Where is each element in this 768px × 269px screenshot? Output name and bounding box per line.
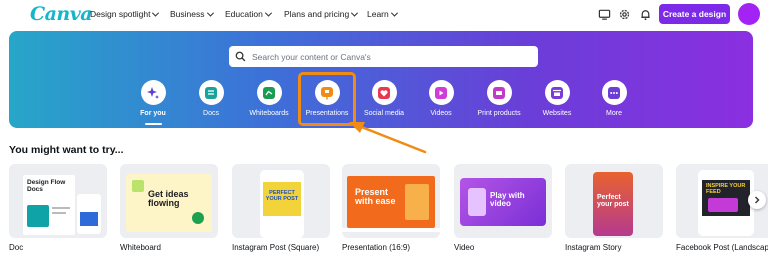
thumbnail-graphic xyxy=(405,184,429,220)
website-icon xyxy=(551,86,563,99)
thumbnail-text: INSPIRE YOUR FEED xyxy=(706,183,746,195)
category-icon-circle xyxy=(198,80,224,105)
nav-design-spotlight[interactable]: Design spotlight xyxy=(90,9,160,19)
heart-icon xyxy=(378,86,390,99)
nav-label: Business xyxy=(170,9,205,19)
thumbnail-slide: Present with ease xyxy=(347,176,435,228)
thumbnail-text: Design Flow Docs xyxy=(27,179,66,193)
sparkle-icon xyxy=(147,86,159,99)
nav-plans-and-pricing[interactable]: Plans and pricing xyxy=(284,9,359,19)
category-label: Print products xyxy=(477,110,521,117)
thumbnail-page: Design Flow Docs xyxy=(23,175,75,235)
thumbnail-phone xyxy=(77,194,101,234)
template-card-label: Whiteboard xyxy=(120,243,161,252)
template-card-whiteboard[interactable]: Get ideas flowing xyxy=(120,164,218,238)
whiteboard-icon xyxy=(263,86,275,99)
thumbnail-video-frame: Play with video xyxy=(460,178,546,226)
nav-education[interactable]: Education xyxy=(225,9,272,19)
category-label: More xyxy=(606,110,622,117)
template-card-instagram-post[interactable]: PERFECT YOUR POST xyxy=(232,164,330,238)
template-card-label: Video xyxy=(454,243,475,252)
search-icon xyxy=(235,51,246,62)
thumbnail-phone: INSPIRE YOUR FEED xyxy=(698,170,754,236)
category-more[interactable]: More xyxy=(579,80,649,117)
annotation-arrow-icon xyxy=(349,122,427,154)
category-icon-circle xyxy=(428,80,454,105)
category-label: For you xyxy=(140,110,166,117)
chevron-down-icon xyxy=(152,9,160,17)
category-icon-circle xyxy=(140,80,166,105)
category-label: Videos xyxy=(430,110,452,117)
nav-label: Education xyxy=(225,9,263,19)
thumbnail-story: Perfect your post xyxy=(593,172,633,236)
thumbnail-text: Present with ease xyxy=(355,187,396,206)
top-navigation: Canva Design spotlight Business Educatio… xyxy=(0,0,768,30)
thumbnail-graphic xyxy=(708,198,738,212)
thumbnail-text: Perfect your post xyxy=(597,194,629,208)
thumbnail-board: Get ideas flowing xyxy=(126,174,212,232)
print-icon xyxy=(493,86,505,99)
thumbnail-text: PERFECT YOUR POST xyxy=(265,190,299,202)
chevron-right-icon xyxy=(755,196,760,204)
template-card-video[interactable]: Play with video xyxy=(454,164,552,238)
nav-business[interactable]: Business xyxy=(170,9,214,19)
thumbnail-graphic: PERFECT YOUR POST xyxy=(263,182,301,216)
nav-label: Learn xyxy=(367,9,389,19)
chevron-down-icon xyxy=(351,9,359,17)
template-card-label: Facebook Post (Landscape) xyxy=(676,243,768,252)
thumbnail-phone: PERFECT YOUR POST xyxy=(260,170,304,238)
search-input[interactable] xyxy=(252,51,522,62)
chevron-down-icon xyxy=(206,9,214,17)
thumbnail-text: Get ideas flowing xyxy=(148,189,189,208)
category-label: Whiteboards xyxy=(249,110,289,117)
carousel-next-button[interactable] xyxy=(748,191,766,209)
category-label: Websites xyxy=(542,110,572,117)
thumbnail-laptop-base xyxy=(342,228,440,232)
thumbnail-graphic xyxy=(27,205,49,227)
thumbnail-graphic: INSPIRE YOUR FEED xyxy=(702,180,750,216)
thumbnail-text: Play with video xyxy=(490,191,525,208)
search-bar[interactable] xyxy=(229,46,538,67)
canva-logo[interactable]: Canva xyxy=(30,3,93,25)
avatar[interactable] xyxy=(738,3,760,25)
category-icon-circle xyxy=(256,80,282,105)
category-label: Social media xyxy=(363,110,405,117)
chevron-down-icon xyxy=(264,9,272,17)
nav-label: Design spotlight xyxy=(90,9,151,19)
category-icon-circle xyxy=(544,80,570,105)
bell-icon[interactable] xyxy=(639,8,652,21)
thumbnail-graphic xyxy=(80,212,98,226)
template-card-presentation[interactable]: Present with ease xyxy=(342,164,440,238)
template-card-instagram-story[interactable]: Perfect your post xyxy=(565,164,663,238)
thumbnail-graphic xyxy=(468,188,486,216)
template-card-label: Instagram Story xyxy=(565,243,622,252)
category-icon-circle xyxy=(486,80,512,105)
template-card-label: Presentation (16:9) xyxy=(342,243,411,252)
template-card-label: Doc xyxy=(9,243,24,252)
template-card-doc[interactable]: Design Flow Docs xyxy=(9,164,107,238)
category-icon-circle xyxy=(601,80,627,105)
thumbnail-sticky xyxy=(132,180,144,192)
more-icon xyxy=(608,86,620,99)
category-icon-circle xyxy=(371,80,397,105)
category-label: Docs xyxy=(203,110,219,117)
chevron-down-icon xyxy=(390,9,398,17)
thumbnail-line xyxy=(52,212,66,214)
nav-learn[interactable]: Learn xyxy=(367,9,398,19)
thumbnail-graphic xyxy=(192,212,204,224)
section-title: You might want to try... xyxy=(9,144,124,156)
active-tab-indicator xyxy=(145,123,162,125)
create-design-button[interactable]: Create a design xyxy=(659,4,730,24)
gear-icon[interactable] xyxy=(618,8,631,21)
nav-label: Plans and pricing xyxy=(284,9,350,19)
video-icon xyxy=(435,86,447,99)
docs-icon xyxy=(205,86,217,99)
thumbnail-line xyxy=(52,207,70,209)
monitor-icon[interactable] xyxy=(598,8,611,21)
template-card-label: Instagram Post (Square) xyxy=(232,243,320,252)
